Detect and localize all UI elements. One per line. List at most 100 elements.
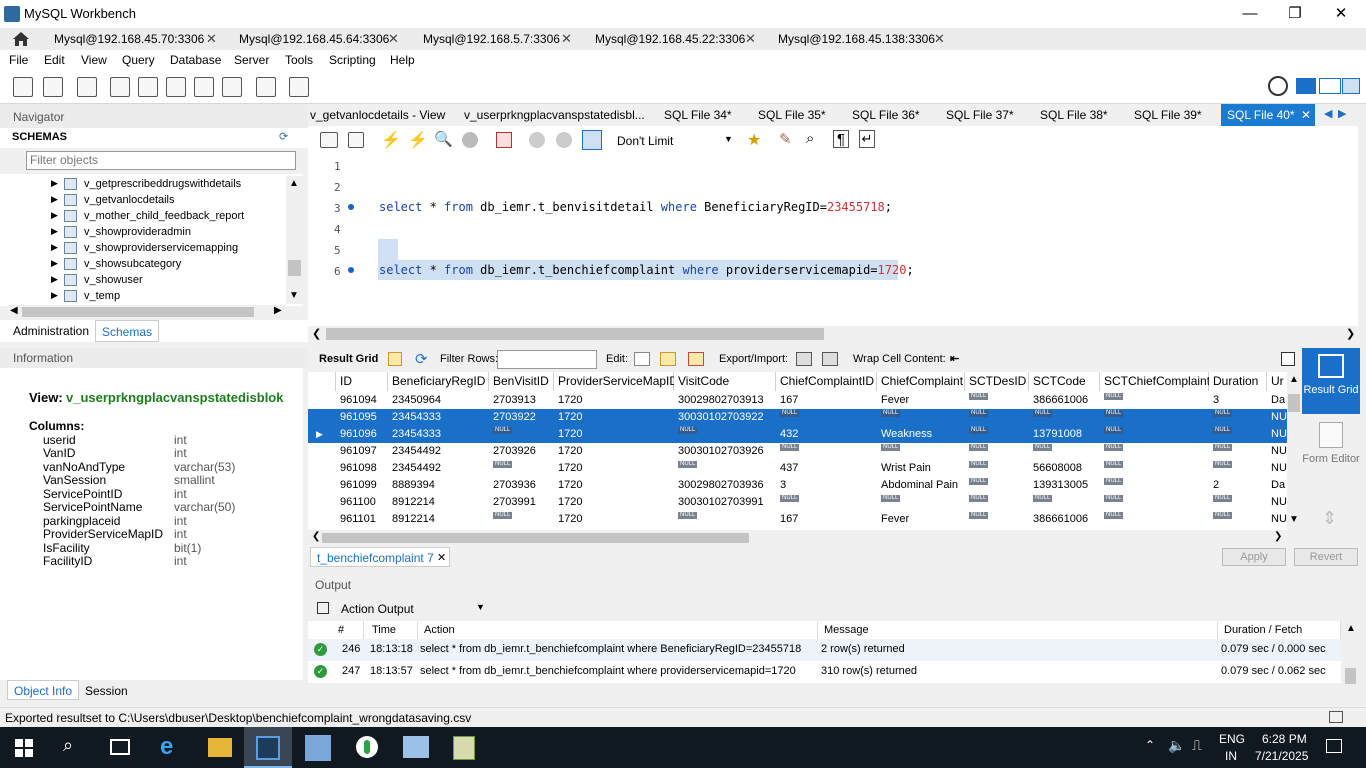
execute-current-icon[interactable]: ⚡ bbox=[408, 130, 428, 150]
expand-arrow-icon[interactable]: ▶ bbox=[51, 226, 58, 237]
menu-tools[interactable]: Tools bbox=[285, 53, 313, 67]
clock-time[interactable]: 6:28 PM bbox=[1262, 732, 1307, 746]
scroll-right-icon[interactable]: ❯ bbox=[1346, 327, 1355, 340]
table-cell[interactable]: 961095 bbox=[336, 409, 388, 426]
tree-vertical-scrollbar[interactable]: ▲ ▼ bbox=[286, 176, 303, 304]
table-row[interactable]: 961099 8889394 2703936 1720 30029802703936 3 A… bbox=[308, 477, 1287, 494]
panel-scroll-icon[interactable]: ⇕ bbox=[1322, 508, 1337, 529]
beautify-icon[interactable]: ✎ bbox=[779, 130, 792, 148]
table-cell[interactable]: NULL bbox=[1100, 409, 1209, 426]
table-cell[interactable]: NULL bbox=[965, 511, 1029, 528]
table-cell[interactable]: NULL bbox=[489, 426, 554, 443]
table-cell[interactable]: 30029802703913 bbox=[674, 392, 776, 409]
scroll-left-icon[interactable]: ◀ bbox=[10, 305, 18, 316]
output-row[interactable]: ✓ 246 18:13:18 select * from db_iemr.t_b… bbox=[308, 639, 1341, 661]
table-cell[interactable]: NULL bbox=[1029, 409, 1100, 426]
filter-rows-input[interactable] bbox=[497, 350, 597, 369]
column-header[interactable]: ProviderServiceMapID bbox=[554, 372, 678, 391]
tree-item[interactable]: ▶ v_showproviderservicemapping bbox=[0, 240, 286, 256]
table-cell[interactable]: NULL bbox=[1100, 494, 1209, 511]
close-window-button[interactable]: ✕ bbox=[1329, 4, 1353, 24]
table-cell[interactable]: 961099 bbox=[336, 477, 388, 494]
create-function-icon[interactable] bbox=[222, 77, 242, 97]
table-cell[interactable]: 139313005 bbox=[1029, 477, 1100, 494]
table-cell[interactable]: 1720 bbox=[554, 494, 674, 511]
toggle-output-icon[interactable] bbox=[1319, 78, 1341, 94]
scroll-left-icon[interactable]: ❮ bbox=[312, 327, 321, 340]
grid-vertical-scrollbar[interactable]: ▲ ▼ bbox=[1287, 372, 1301, 530]
workbench-taskbar-button[interactable] bbox=[244, 727, 292, 768]
table-row[interactable]: ▶ 961096 23454333 NULL 1720 NULL 432 Weakness NU… bbox=[308, 426, 1287, 443]
table-cell[interactable]: 3 bbox=[1209, 392, 1267, 409]
table-row[interactable]: 961094 23450964 2703913 1720 30029802703913 1… bbox=[308, 392, 1287, 409]
table-cell[interactable]: 1720 bbox=[554, 392, 674, 409]
row-selector[interactable] bbox=[308, 460, 336, 477]
table-cell[interactable]: 961094 bbox=[336, 392, 388, 409]
column-header[interactable]: BenVisitID bbox=[489, 372, 554, 391]
scroll-thumb[interactable] bbox=[22, 307, 254, 317]
table-row[interactable]: 961098 23454492 NULL 1720 NULL 437 Wrist Pain N… bbox=[308, 460, 1287, 477]
expand-arrow-icon[interactable]: ▶ bbox=[51, 178, 58, 189]
table-cell[interactable]: NUL bbox=[1267, 494, 1287, 511]
create-schema-icon[interactable] bbox=[110, 77, 130, 97]
column-header[interactable]: BeneficiaryRegID bbox=[388, 372, 489, 391]
tree-item[interactable]: ▶ v_showsubcategory bbox=[0, 256, 286, 272]
delete-row-icon[interactable] bbox=[688, 352, 704, 366]
expand-arrow-icon[interactable]: ▶ bbox=[51, 258, 58, 269]
scroll-up-icon[interactable]: ▲ bbox=[1346, 623, 1356, 634]
column-header[interactable]: ChiefComplaint bbox=[877, 372, 965, 391]
result-grid-view-button[interactable]: Result Grid bbox=[1302, 348, 1360, 414]
table-row[interactable]: 961100 8912214 2703991 1720 30030102703991 NU… bbox=[308, 494, 1287, 511]
add-snippet-icon[interactable]: ★ bbox=[747, 130, 761, 150]
table-cell[interactable]: NULL bbox=[1209, 443, 1267, 460]
gear-icon[interactable] bbox=[1268, 76, 1288, 96]
connection-tab-4[interactable]: Mysql@192.168.45.22:3306 ✕ bbox=[541, 28, 756, 50]
table-cell[interactable]: 1720 bbox=[554, 477, 674, 494]
toggle-sidebar-icon[interactable] bbox=[1296, 78, 1316, 94]
table-cell[interactable]: Da bbox=[1267, 392, 1287, 409]
table-cell[interactable]: NULL bbox=[489, 511, 554, 528]
network-folder-icon[interactable] bbox=[305, 735, 331, 761]
import-icon[interactable] bbox=[822, 352, 838, 366]
sql-tab[interactable]: SQL File 34* bbox=[664, 108, 732, 122]
refresh-icon[interactable]: ⟳ bbox=[415, 350, 428, 368]
table-cell[interactable]: NULL bbox=[965, 494, 1029, 511]
sql-editor[interactable] bbox=[308, 156, 1358, 326]
table-cell[interactable]: NULL bbox=[1029, 443, 1100, 460]
table-cell[interactable]: 56608008 bbox=[1029, 460, 1100, 477]
scroll-thumb[interactable] bbox=[288, 260, 301, 276]
menu-database[interactable]: Database bbox=[170, 53, 221, 67]
sql-tab[interactable]: SQL File 37* bbox=[946, 108, 1014, 122]
table-cell[interactable]: NULL bbox=[1209, 426, 1267, 443]
table-cell[interactable]: NULL bbox=[674, 511, 776, 528]
table-cell[interactable]: NULL bbox=[877, 494, 965, 511]
rollback-icon[interactable] bbox=[556, 132, 572, 148]
table-cell[interactable]: NULL bbox=[877, 409, 965, 426]
close-icon[interactable]: ✕ bbox=[437, 551, 446, 564]
sql-line-3[interactable]: select * from db_iemr.t_benvisitdetail w… bbox=[379, 200, 892, 214]
table-cell[interactable]: 2703936 bbox=[489, 477, 554, 494]
copy-icon[interactable] bbox=[317, 602, 329, 614]
output-select[interactable]: Action Output ▼ bbox=[310, 598, 490, 618]
table-cell[interactable]: 167 bbox=[776, 392, 877, 409]
table-cell[interactable]: 1720 bbox=[554, 409, 674, 426]
table-cell[interactable]: NUL bbox=[1267, 426, 1287, 443]
tree-item[interactable]: ▶ v_getprescribeddrugswithdetails bbox=[0, 176, 286, 192]
column-header[interactable]: SCTChiefComplaint bbox=[1100, 372, 1210, 391]
table-cell[interactable]: 1720 bbox=[554, 443, 674, 460]
grid-horizontal-scrollbar[interactable]: ❮ ❯ bbox=[308, 531, 1287, 545]
table-cell[interactable]: NULL bbox=[1209, 511, 1267, 528]
table-cell[interactable]: NUL bbox=[1267, 511, 1287, 528]
result-tab[interactable]: t_benchiefcomplaint 7 ✕ bbox=[310, 547, 450, 567]
table-cell[interactable]: NUL bbox=[1267, 443, 1287, 460]
table-cell[interactable]: NULL bbox=[877, 443, 965, 460]
table-cell[interactable]: 8912214 bbox=[388, 494, 489, 511]
table-row[interactable]: 961101 8912214 NULL 1720 NULL 167 Fever NULL 386… bbox=[308, 511, 1287, 528]
tab-scroll-left-icon[interactable]: ◀ bbox=[1324, 107, 1332, 120]
tab-session[interactable]: Session bbox=[85, 684, 128, 698]
wrap-cell-icon[interactable]: ⇤ bbox=[950, 352, 959, 365]
export-icon[interactable] bbox=[796, 352, 812, 366]
search-table-data-icon[interactable] bbox=[256, 77, 276, 97]
row-selector[interactable]: ▶ bbox=[308, 426, 336, 443]
table-cell[interactable]: 961100 bbox=[336, 494, 388, 511]
